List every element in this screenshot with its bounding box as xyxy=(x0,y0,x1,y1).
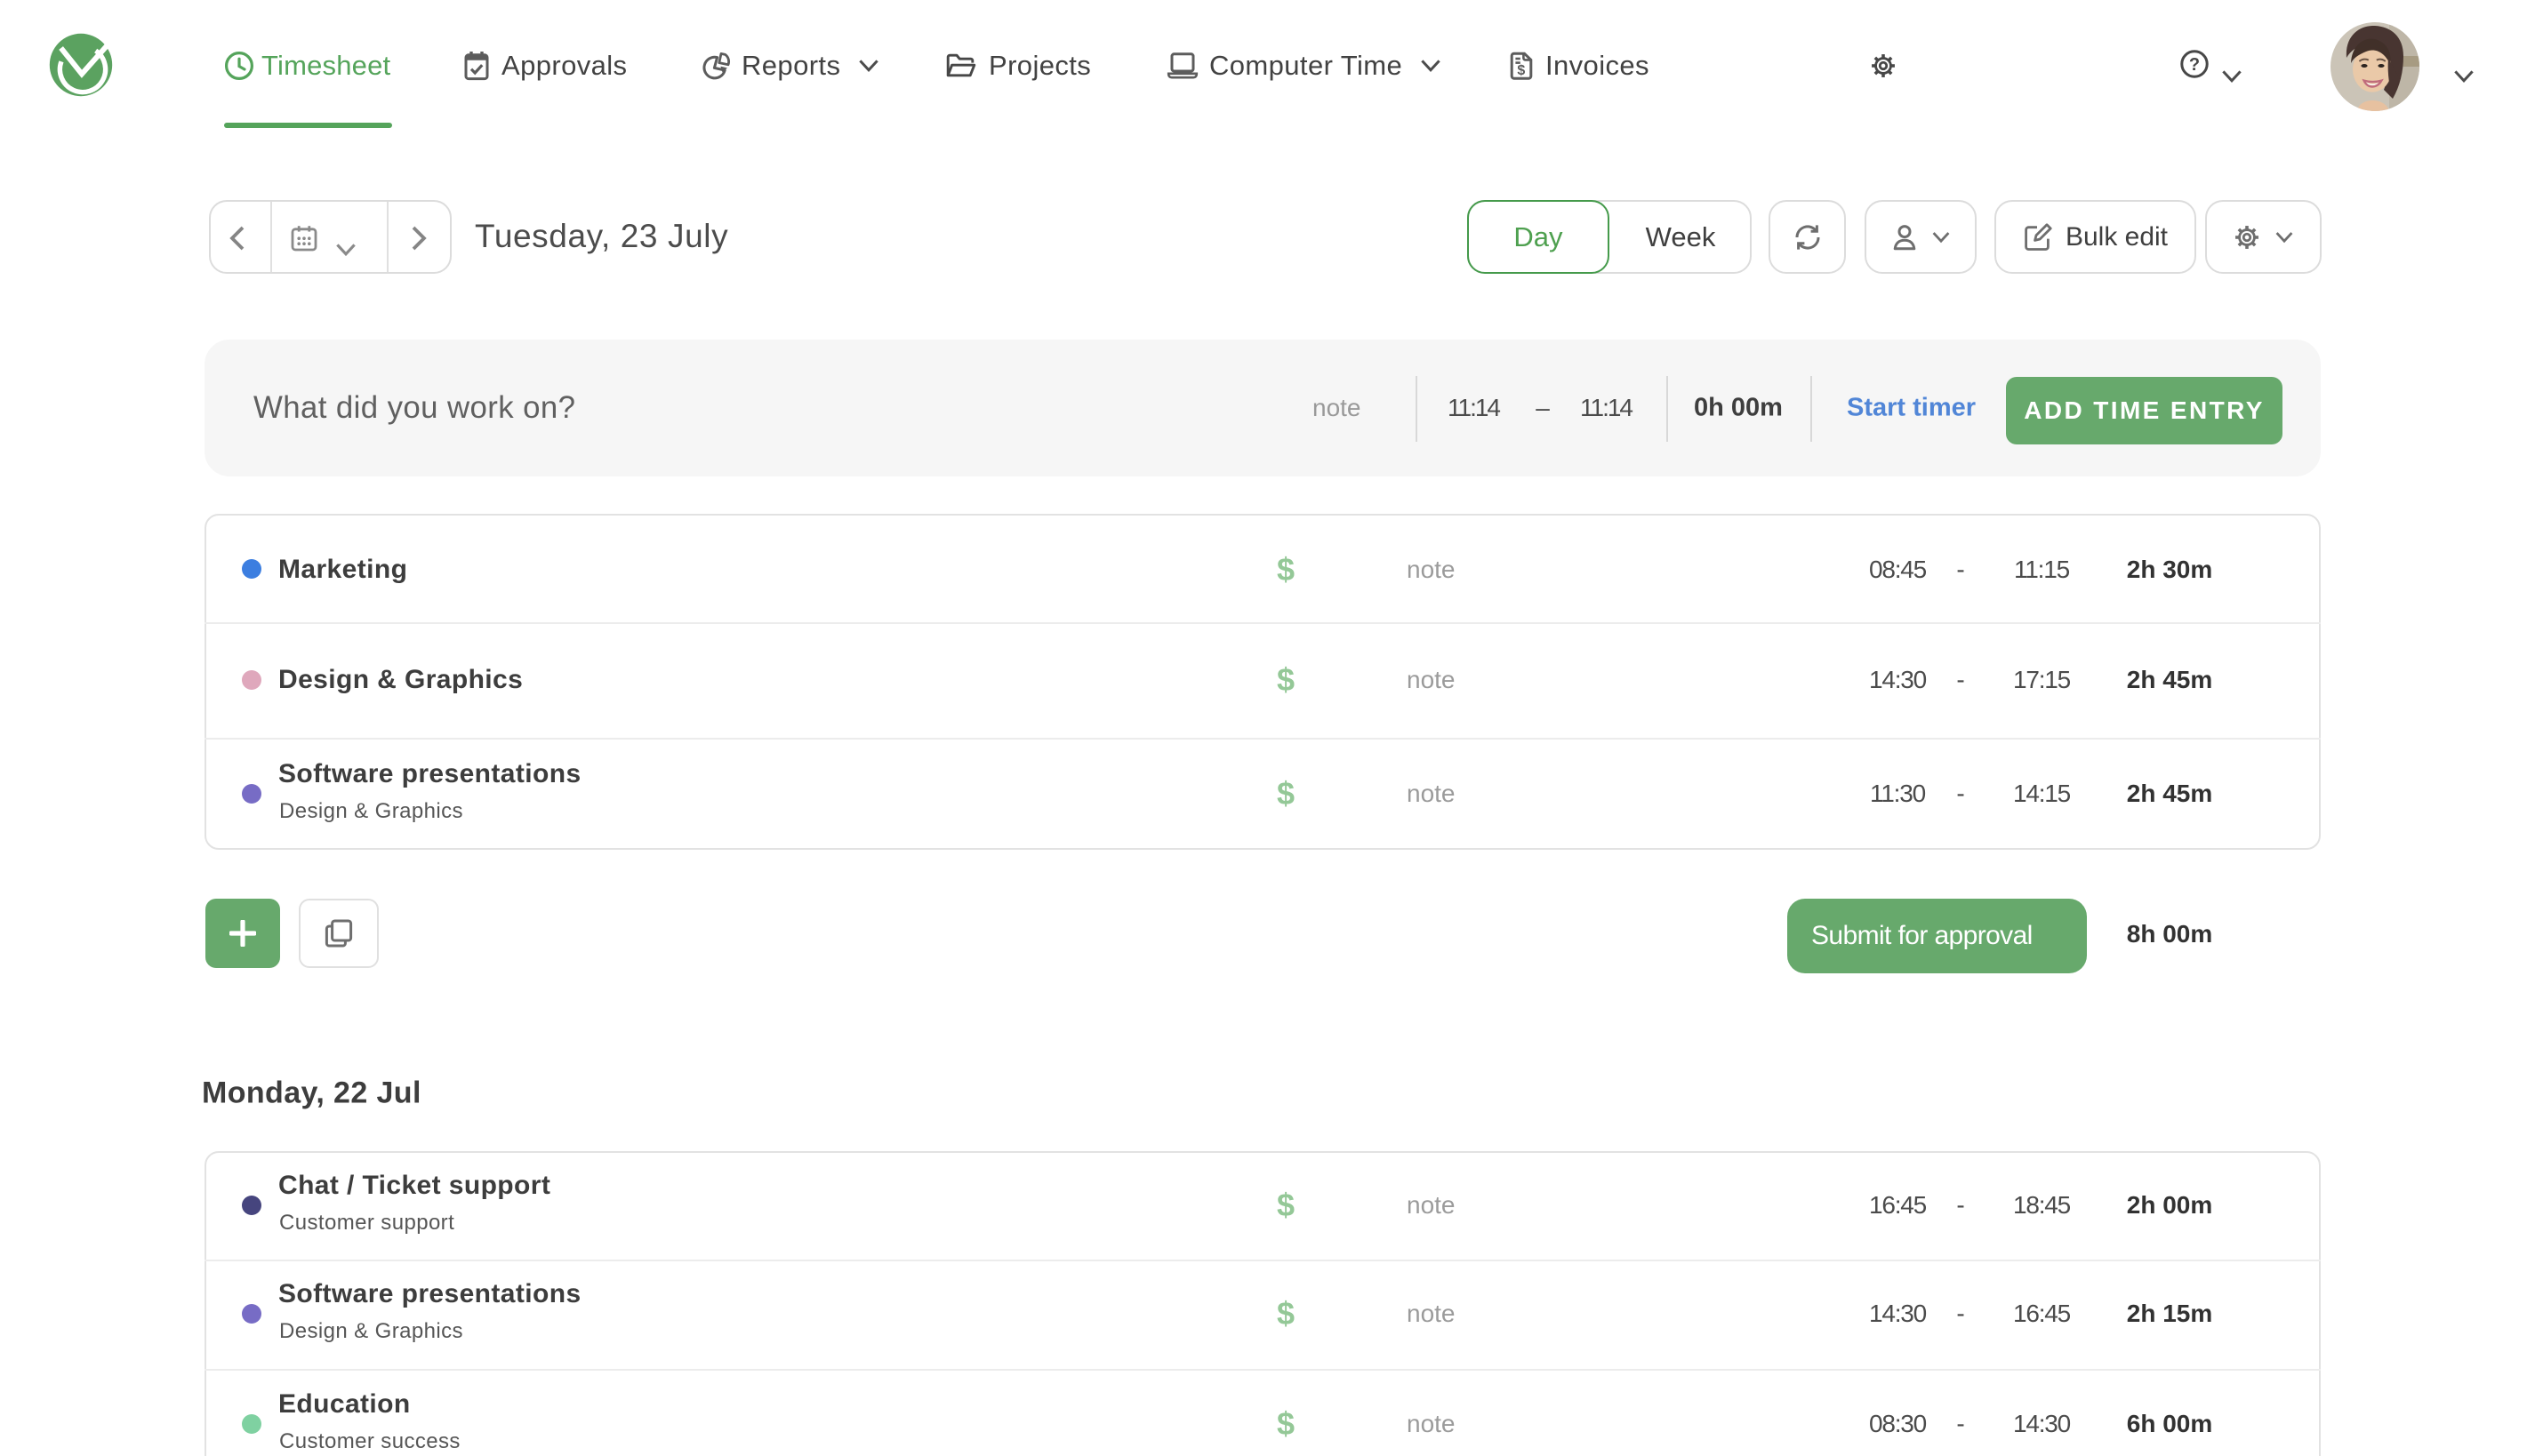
svg-text:?: ? xyxy=(2189,55,2200,75)
svg-text:$: $ xyxy=(1517,63,1525,78)
